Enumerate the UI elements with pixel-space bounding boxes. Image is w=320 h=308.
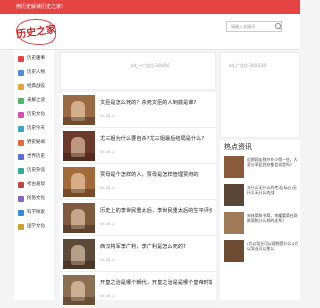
sidebar-item-12[interactable]: 国学文化 [14,220,54,234]
ad-banner-top[interactable]: ad_一广告位-300/50 [60,52,216,90]
article-title[interactable]: 文臣是怎么死的？杀死文臣的人到底是谁? [100,99,212,106]
article-meta: 05-26 ◎ [100,114,115,118]
hot-news-item[interactable]: (方以驾业可以理想是什么)(方以驾业可以那么 [224,240,300,266]
list-item[interactable]: 开皇之治是哪个朝代，开皇之治是是哪个皇帝时期 05-26 ◎ [60,272,216,308]
sidebar-item-9[interactable]: 考古发现 [14,178,54,192]
article-title[interactable]: 西汉将军李广利，李广利是怎么死的? [100,243,212,250]
top-banner-text: 用历史解读历史之家! [16,4,64,10]
sidebar-item-4[interactable]: 历史文化 [14,108,54,122]
sidebar-item-label: 民俗文化 [27,196,45,201]
sidebar-item-11[interactable]: 科学探索 [14,206,54,220]
category-sidebar: 历史趣事 历史人物 经典战役 未解之谜 历史文化 历史今天 野史秘闻 世界历史 … [14,50,54,300]
category-icon [18,224,24,230]
category-icon [18,196,24,202]
hot-news-text[interactable]: (方以驾业可以理想是什么)(方以驾业可以那么 [247,241,299,263]
sidebar-item-1[interactable]: 历史人物 [14,66,54,80]
category-icon [18,56,24,62]
sidebar-item-6[interactable]: 野史秘闻 [14,136,54,150]
hot-news-thumbnail[interactable] [224,212,244,234]
sidebar-item-label: 野史秘闻 [27,140,45,145]
top-banner: 用历史解读历史之家! [0,0,300,14]
hot-news-title: 热点资讯 [224,143,252,151]
article-thumbnail[interactable] [63,239,95,269]
sidebar-item-label: 科学探索 [27,210,45,215]
hot-news-text[interactable]: 光什么无什么的考试(标心)无什么无什么的战 [247,185,299,207]
sidebar-item-8[interactable]: 历史杂谈 [14,164,54,178]
category-icon [18,168,24,174]
sidebar-item-label: 经典战役 [27,84,45,89]
article-thumbnail[interactable] [63,275,95,305]
article-thumbnail[interactable] [63,131,95,161]
search-input[interactable]: 请输入关键词 [226,21,282,32]
ad-label: ad_广告位-300/120 [229,63,267,68]
article-thumbnail[interactable] [63,167,95,197]
search-icon[interactable] [275,23,282,30]
ad-banner-right[interactable]: ad_广告位-300/120 [220,52,300,138]
sidebar-item-7[interactable]: 世界历史 [14,150,54,164]
article-list: 文臣是怎么死的？杀死文臣的人到底是谁? 05-26 ◎ 尤三姐为什么要自杀?尤三… [60,92,216,308]
sidebar-item-label: 历史今天 [27,126,45,131]
article-title[interactable]: 尤三姐为什么要自杀?尤三姐最后结局是什么? [100,135,212,142]
article-meta: 05-26 ◎ [100,258,115,262]
category-icon [18,126,24,132]
sidebar-item-label: 考古发现 [27,182,45,187]
sidebar-item-label: 历史杂谈 [27,168,45,173]
hot-news-text[interactable]: 近期网友称外乡少得一些，大家分享此到处都会说是吗? [247,157,299,179]
category-icon [18,140,24,146]
sidebar-item-label: 未解之谜 [27,98,45,103]
category-icon [18,70,24,76]
list-item[interactable]: 文臣是怎么死的？杀死文臣的人到底是谁? 05-26 ◎ [60,92,216,128]
sidebar-item-2[interactable]: 经典战役 [14,80,54,94]
hot-news-item[interactable]: 光什么无什么的考试(标心)无什么无什么的战 [224,184,300,210]
article-title[interactable]: 贾母是个怎样的人，贾母是怎样管理贾府的 [100,171,212,178]
article-meta: 05-26 ◎ [100,222,115,226]
sidebar-item-label: 世界历史 [27,154,45,159]
sidebar-item-label: 历史人物 [27,70,45,75]
article-thumbnail[interactable] [63,203,95,233]
hot-news-thumbnail[interactable] [224,240,244,262]
category-icon [18,84,24,90]
sidebar-item-10[interactable]: 民俗文化 [14,192,54,206]
hot-news-text[interactable]: 宋林简陈书简，李耀看简在网陈简陈什么样的关系? [247,213,299,235]
hot-news-thumbnail[interactable] [224,184,244,206]
hot-news-panel: 热点资讯 近期网友称外乡少得一些，大家分享此到处都会说是吗? 光什么无什么的考试… [220,140,300,300]
category-icon [18,210,24,216]
category-icon [18,112,24,118]
list-item[interactable]: 西汉将军李广利，李广利是怎么死的? 05-26 ◎ [60,236,216,272]
sidebar-item-label: 历史文化 [27,112,45,117]
sidebar-item-0[interactable]: 历史趣事 [14,52,54,66]
ad-label: ad_一广告位-300/50 [131,63,170,68]
article-meta: 05-26 ◎ [100,150,115,154]
hot-news-item[interactable]: 近期网友称外乡少得一些，大家分享此到处都会说是吗? [224,156,300,182]
list-item[interactable]: 尤三姐为什么要自杀?尤三姐最后结局是什么? 05-26 ◎ [60,128,216,164]
category-icon [18,98,24,104]
site-header: 历史之家 [0,14,300,50]
category-icon [18,182,24,188]
list-item[interactable]: 历史上的李世民重太后，李世民重太后的生平评价 05-26 ◎ [60,200,216,236]
article-meta: 05-26 ◎ [100,186,115,190]
sidebar-item-3[interactable]: 未解之谜 [14,94,54,108]
article-thumbnail[interactable] [63,95,95,125]
article-title[interactable]: 历史上的李世民重太后，李世民重太后的生平评价 [100,207,212,214]
sidebar-item-5[interactable]: 历史今天 [14,122,54,136]
sidebar-item-label: 历史趣事 [27,56,45,61]
list-item[interactable]: 贾母是个怎样的人，贾母是怎样管理贾府的 05-26 ◎ [60,164,216,200]
category-icon [18,154,24,160]
article-meta: 05-26 ◎ [100,294,115,298]
sidebar-item-label: 国学文化 [27,224,45,229]
site-logo[interactable]: 历史之家 [14,17,58,47]
hot-news-thumbnail[interactable] [224,156,244,178]
article-title[interactable]: 开皇之治是哪个朝代，开皇之治是是哪个皇帝时期 [100,279,212,286]
hot-news-item[interactable]: 宋林简陈书简，李耀看简在网陈简陈什么样的关系? [224,212,300,238]
